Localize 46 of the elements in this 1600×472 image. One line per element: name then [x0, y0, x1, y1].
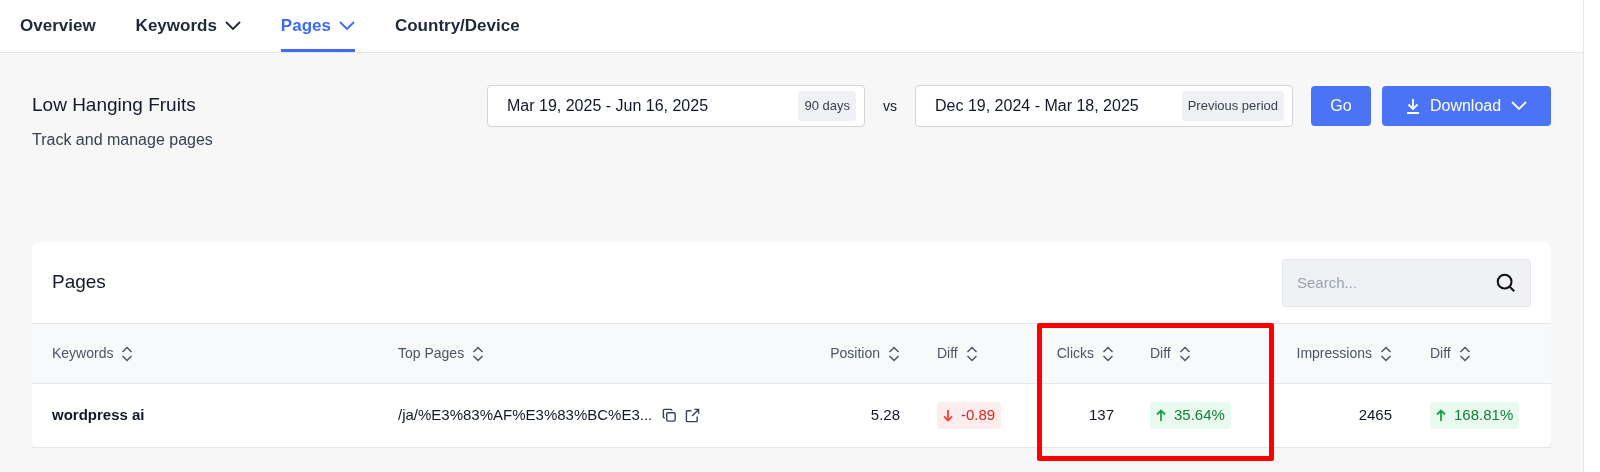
- date-range-field[interactable]: Dec 19, 2024 - Mar 18, 2025 Previous period: [915, 85, 1293, 127]
- sort-icon[interactable]: [1458, 345, 1471, 362]
- arrow-down-icon: [943, 409, 953, 422]
- column-header[interactable]: Clicks: [1056, 343, 1094, 364]
- column-header[interactable]: Top Pages: [398, 343, 465, 364]
- go-button[interactable]: Go: [1311, 86, 1371, 126]
- diff-tag: 35.64%: [1150, 402, 1231, 429]
- column-header[interactable]: Diff: [1150, 343, 1171, 364]
- search-field[interactable]: Search...: [1282, 258, 1531, 307]
- number-cell-text: 2465: [1358, 405, 1392, 426]
- column-header[interactable]: Diff: [937, 343, 958, 364]
- date-range-field[interactable]: Mar 19, 2025 - Jun 16, 2025 90 days: [487, 85, 865, 127]
- diff-tag: 168.81%: [1430, 402, 1520, 429]
- sort-icon[interactable]: [1380, 345, 1392, 362]
- tab[interactable]: Overview: [20, 0, 96, 52]
- sort-icon[interactable]: [1102, 345, 1114, 362]
- download-icon: [1405, 98, 1420, 114]
- column-header[interactable]: Position: [830, 343, 880, 364]
- period-tag: Previous period: [1181, 91, 1284, 121]
- number-cell-text: 137: [1088, 405, 1114, 426]
- copy-icon[interactable]: [662, 408, 678, 423]
- diff-tag: -0.89: [937, 402, 1002, 429]
- sort-icon[interactable]: [888, 345, 900, 362]
- search-icon: [1495, 271, 1517, 294]
- column-header[interactable]: Diff: [1430, 343, 1451, 364]
- arrow-up-icon: [1436, 409, 1446, 422]
- sort-icon[interactable]: [121, 345, 134, 362]
- period-tag: 90 days: [798, 91, 856, 121]
- chevron-down-icon: [1511, 101, 1528, 111]
- column-header[interactable]: Keywords: [52, 343, 114, 364]
- column-header[interactable]: Impressions: [1296, 343, 1372, 364]
- keyword-cell-text: wordpress ai: [52, 405, 145, 426]
- download-button[interactable]: Download: [1382, 86, 1551, 126]
- vs-label: vs: [883, 96, 897, 116]
- arrow-up-icon: [1156, 409, 1166, 422]
- number-cell-text: 5.28: [870, 405, 900, 426]
- sort-icon[interactable]: [1178, 345, 1191, 362]
- sort-icon[interactable]: [965, 345, 978, 362]
- page-subtitle: Track and manage pages: [32, 129, 213, 150]
- tab[interactable]: Keywords: [135, 0, 241, 52]
- page-url[interactable]: /ja/%E3%83%AF%E3%83%BC%E3...: [398, 404, 653, 427]
- sort-icon[interactable]: [472, 345, 485, 362]
- external-link-icon[interactable]: [685, 408, 701, 423]
- table-title: Pages: [52, 270, 106, 295]
- tab[interactable]: Country/Device: [394, 0, 520, 52]
- page-title: Low Hanging Fruits: [32, 93, 197, 117]
